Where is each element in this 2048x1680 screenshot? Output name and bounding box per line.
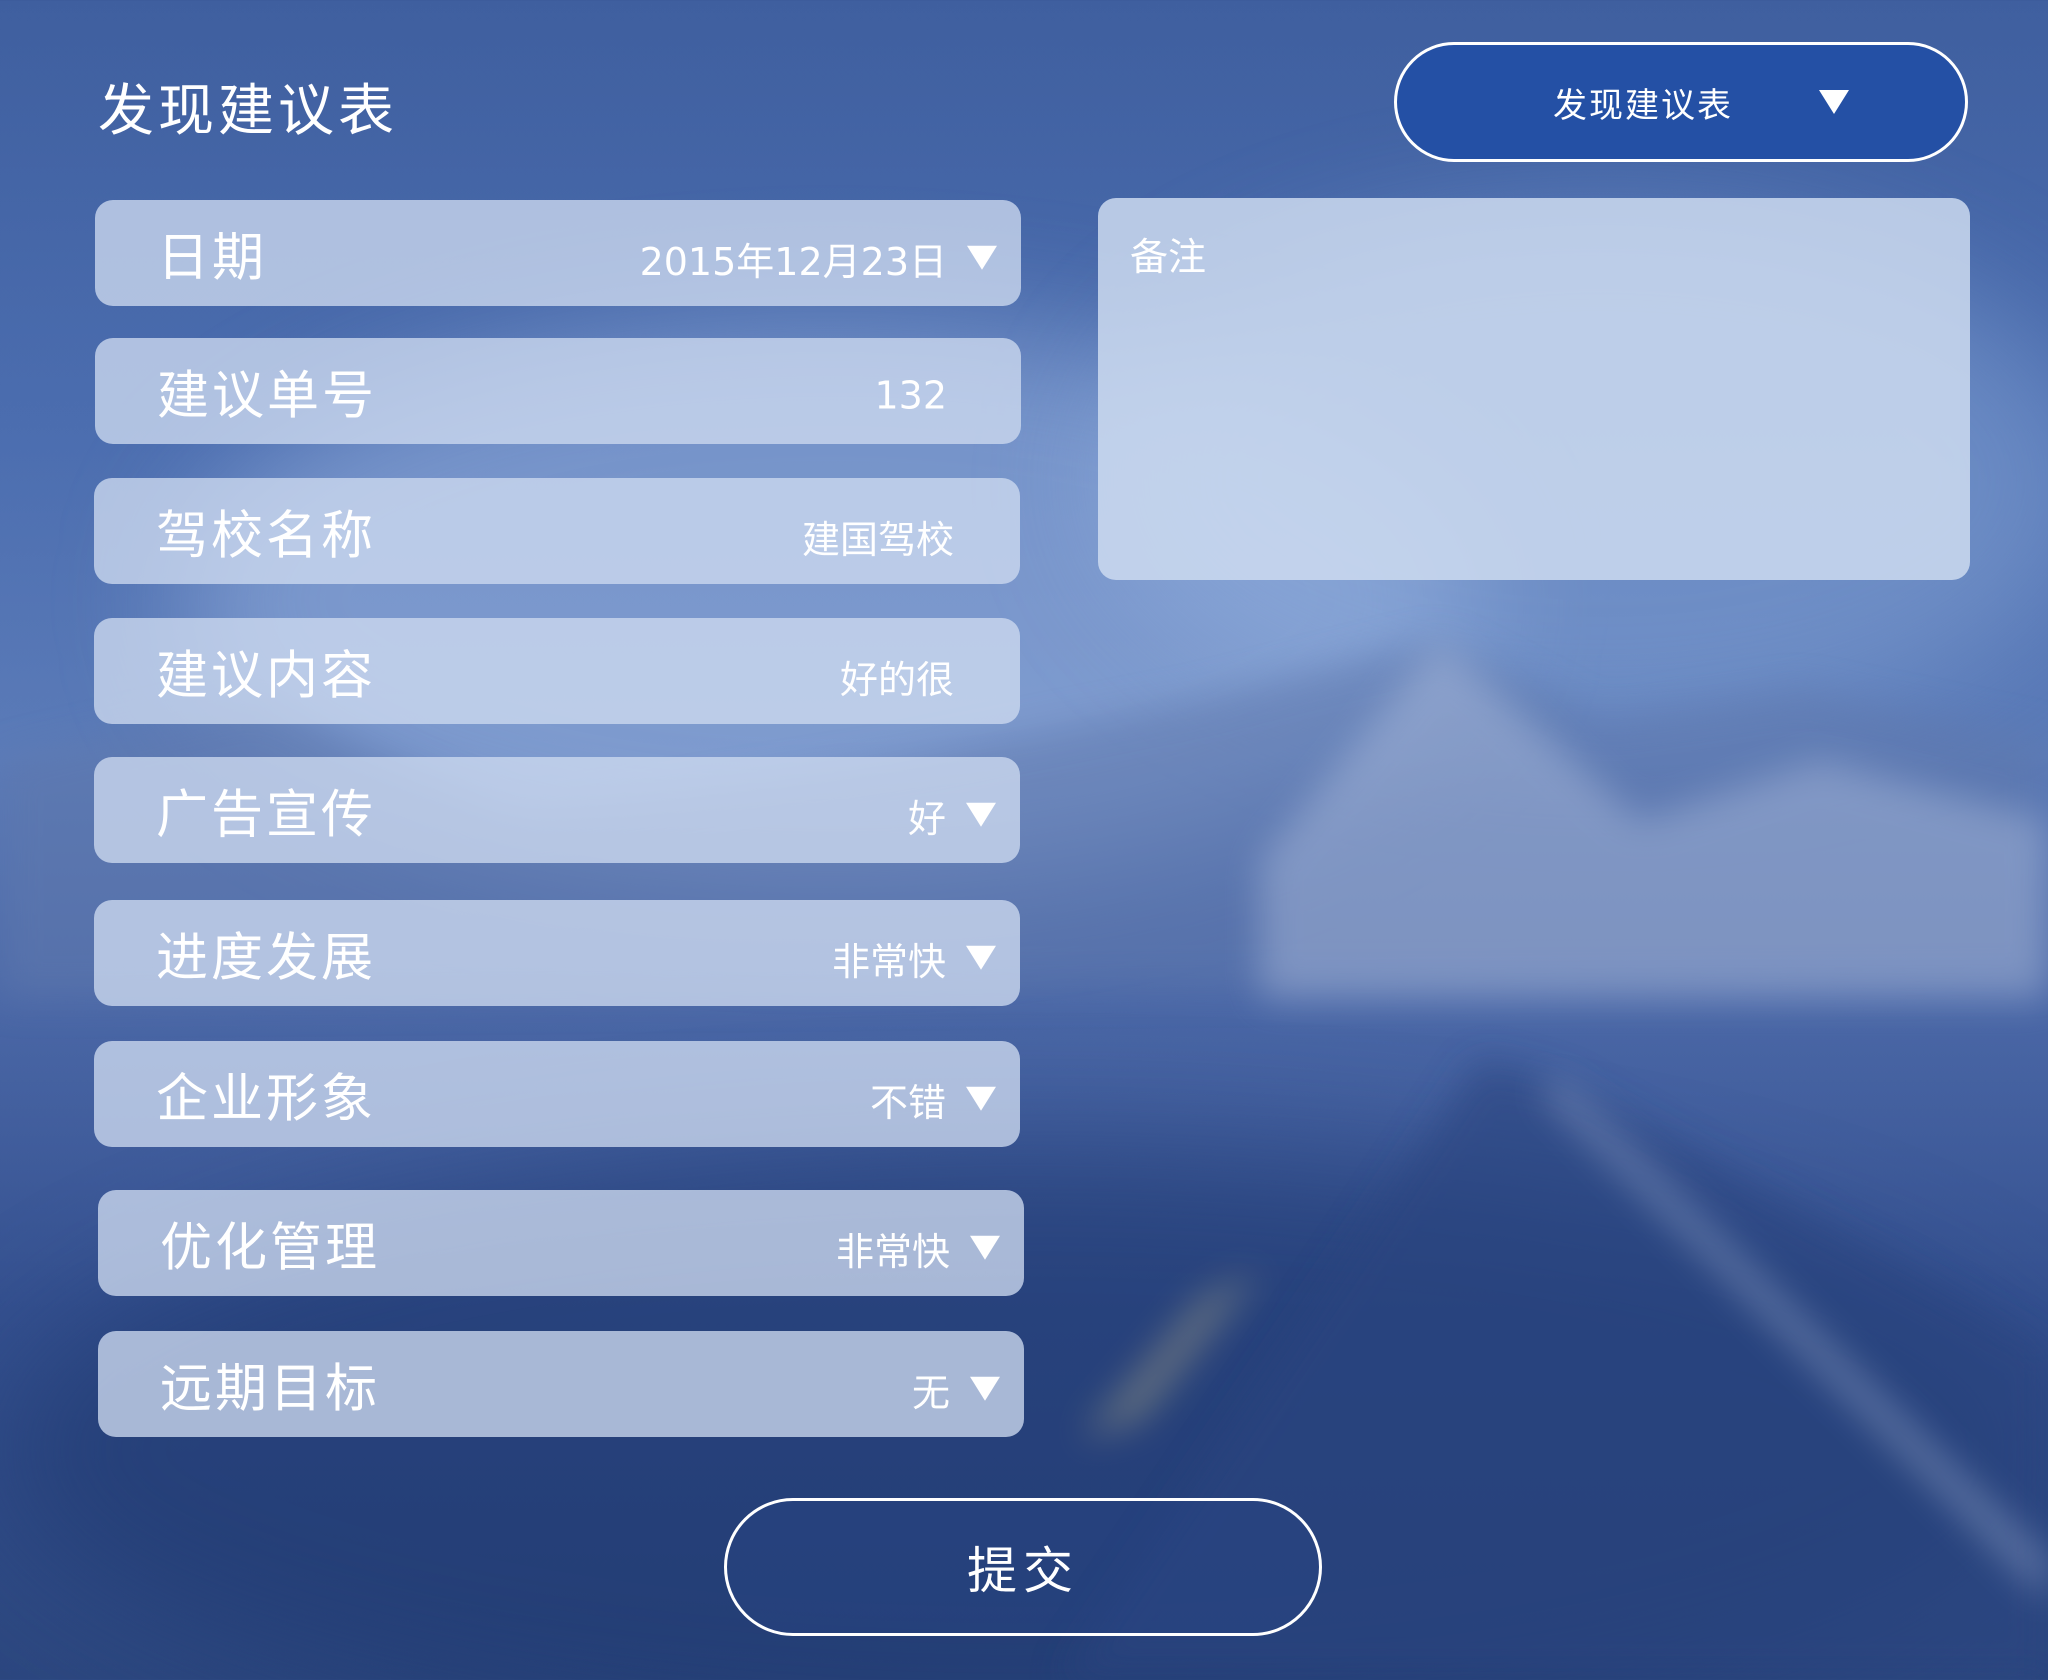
field-value: 2015年12月23日 bbox=[639, 240, 947, 284]
field-label: 远期目标 bbox=[160, 1359, 381, 1420]
triangle-down-icon bbox=[970, 1376, 1000, 1401]
field-progress[interactable]: 进度发展 非常快 bbox=[94, 900, 1020, 1006]
field-school-name[interactable]: 驾校名称 建国驾校 bbox=[94, 478, 1020, 584]
field-value: 132 bbox=[874, 373, 947, 418]
triangle-down-icon bbox=[966, 802, 996, 827]
field-label: 建议内容 bbox=[156, 646, 377, 707]
page-title: 发现建议表 bbox=[98, 79, 398, 144]
triangle-down-icon bbox=[970, 1235, 1000, 1260]
field-corporate-image[interactable]: 企业形象 不错 bbox=[94, 1041, 1020, 1147]
triangle-down-icon bbox=[1819, 90, 1849, 114]
field-value: 无 bbox=[911, 1371, 950, 1415]
field-value: 非常快 bbox=[835, 1230, 950, 1274]
field-label: 日期 bbox=[157, 228, 268, 289]
submit-button[interactable]: 提交 bbox=[724, 1498, 1322, 1636]
field-label: 建议单号 bbox=[157, 366, 378, 427]
field-advertising[interactable]: 广告宣传 好 bbox=[94, 757, 1020, 863]
field-label: 企业形象 bbox=[156, 1069, 377, 1130]
field-label: 广告宣传 bbox=[156, 785, 377, 846]
field-suggestion-number[interactable]: 建议单号 132 bbox=[95, 338, 1021, 444]
field-label: 驾校名称 bbox=[156, 506, 377, 567]
triangle-down-icon bbox=[966, 945, 996, 970]
field-value: 不错 bbox=[869, 1081, 946, 1125]
field-date[interactable]: 日期 2015年12月23日 bbox=[95, 200, 1021, 306]
field-management-optimization[interactable]: 优化管理 非常快 bbox=[98, 1190, 1024, 1296]
field-value: 非常快 bbox=[831, 940, 946, 984]
form-type-dropdown[interactable]: 发现建议表 bbox=[1394, 42, 1968, 162]
field-label: 优化管理 bbox=[160, 1218, 381, 1279]
triangle-down-icon bbox=[967, 245, 997, 270]
field-value: 好的很 bbox=[839, 658, 954, 702]
field-value: 建国驾校 bbox=[801, 518, 954, 562]
remarks-textarea[interactable] bbox=[1098, 198, 1970, 580]
form-type-selected-value: 发现建议表 bbox=[1553, 85, 1733, 126]
field-value: 好 bbox=[907, 797, 946, 841]
field-label: 进度发展 bbox=[156, 928, 377, 989]
field-long-term-goal[interactable]: 远期目标 无 bbox=[98, 1331, 1024, 1437]
field-suggestion-content[interactable]: 建议内容 好的很 bbox=[94, 618, 1020, 724]
triangle-down-icon bbox=[966, 1086, 996, 1111]
